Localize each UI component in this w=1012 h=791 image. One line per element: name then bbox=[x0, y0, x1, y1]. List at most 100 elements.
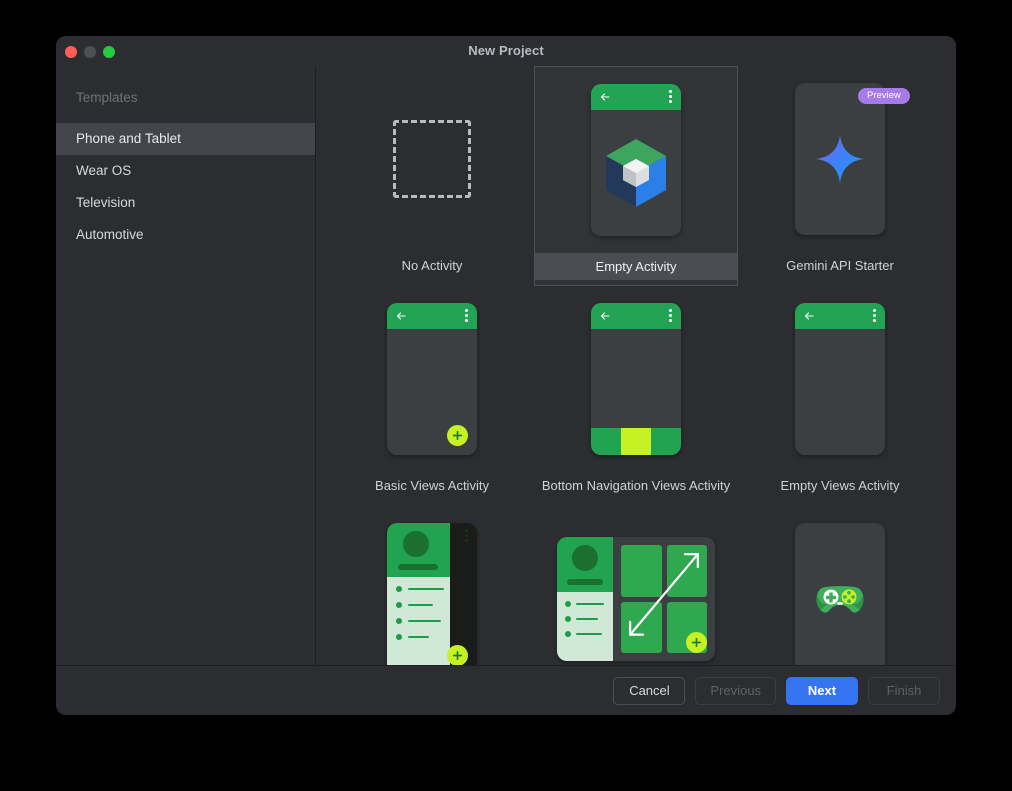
app-bar bbox=[387, 303, 477, 329]
gemini-sparkle-icon bbox=[816, 135, 864, 183]
previous-button[interactable]: Previous bbox=[695, 676, 776, 705]
template-card-basic-views-activity[interactable]: Basic Views Activity bbox=[330, 286, 534, 506]
preview-badge: Preview bbox=[858, 88, 910, 104]
app-bar bbox=[591, 84, 681, 110]
floating-action-button-icon bbox=[686, 632, 707, 653]
overflow-menu-icon bbox=[669, 309, 672, 324]
phone-mockup bbox=[387, 303, 477, 455]
template-thumbnail bbox=[534, 506, 738, 665]
back-arrow-icon bbox=[600, 312, 610, 320]
tablet-mockup bbox=[557, 537, 715, 661]
phone-mockup bbox=[387, 523, 477, 665]
grid-tile bbox=[621, 545, 662, 597]
template-card-navigation-drawer-views-activity[interactable] bbox=[330, 506, 534, 665]
window-title: New Project bbox=[468, 43, 544, 58]
template-label: Empty Views Activity bbox=[780, 478, 900, 493]
floating-action-button-icon bbox=[447, 645, 468, 665]
avatar bbox=[403, 531, 429, 557]
template-thumbnail bbox=[535, 67, 737, 253]
template-card-game-activity[interactable] bbox=[738, 506, 942, 665]
sidebar-item-automotive[interactable]: Automotive bbox=[56, 219, 315, 251]
navigation-drawer bbox=[387, 523, 450, 665]
template-label: Basic Views Activity bbox=[375, 478, 489, 493]
sidebar-item-television[interactable]: Television bbox=[56, 187, 315, 219]
phone-mockup bbox=[795, 303, 885, 455]
drawer-name-placeholder bbox=[567, 579, 603, 585]
cancel-button[interactable]: Cancel bbox=[613, 676, 686, 705]
list-item bbox=[396, 602, 450, 608]
phone-mockup bbox=[591, 303, 681, 455]
list-item bbox=[565, 631, 613, 637]
template-thumbnail bbox=[330, 286, 534, 472]
next-button[interactable]: Next bbox=[786, 676, 858, 705]
template-label: No Activity bbox=[401, 258, 463, 273]
template-card-bottom-navigation-views-activity[interactable]: Bottom Navigation Views Activity bbox=[534, 286, 738, 506]
sidebar-item-phone-and-tablet[interactable]: Phone and Tablet bbox=[56, 123, 315, 155]
dialog-body: Templates Phone and Tablet Wear OS Telev… bbox=[56, 66, 956, 665]
title-bar: New Project bbox=[56, 36, 956, 66]
gemini-card bbox=[795, 83, 885, 235]
list-item bbox=[565, 601, 613, 607]
overflow-menu-icon bbox=[465, 529, 468, 544]
template-label: Bottom Navigation Views Activity bbox=[541, 478, 731, 493]
grid-tile bbox=[666, 545, 707, 597]
drawer-name-placeholder bbox=[398, 564, 438, 570]
bottom-navigation-bar bbox=[591, 428, 681, 455]
template-thumbnail bbox=[738, 286, 942, 472]
game-card bbox=[795, 523, 885, 665]
template-thumbnail bbox=[534, 286, 738, 472]
navigation-drawer bbox=[557, 537, 613, 661]
drawer-menu-list bbox=[557, 592, 613, 661]
template-grid: No Activity Empty Activity Preview Gemin… bbox=[316, 66, 956, 665]
bottom-nav-item-active bbox=[621, 428, 651, 455]
template-thumbnail bbox=[330, 66, 534, 252]
plus-icon bbox=[452, 650, 463, 661]
sidebar-item-label: Phone and Tablet bbox=[76, 131, 181, 146]
template-card-gemini-api-starter[interactable]: Preview Gemini API Starter bbox=[738, 66, 942, 286]
plus-icon bbox=[691, 637, 702, 648]
overflow-menu-icon bbox=[873, 309, 876, 324]
back-arrow-icon bbox=[804, 312, 814, 320]
sidebar-item-wear-os[interactable]: Wear OS bbox=[56, 155, 315, 187]
new-project-dialog: New Project Templates Phone and Tablet W… bbox=[56, 36, 956, 715]
app-bar bbox=[591, 303, 681, 329]
back-arrow-icon bbox=[396, 312, 406, 320]
dashed-square-icon bbox=[393, 120, 471, 198]
app-bar bbox=[795, 303, 885, 329]
jetpack-compose-icon bbox=[606, 139, 666, 207]
phone-mockup bbox=[591, 84, 681, 236]
dialog-footer: Cancel Previous Next Finish bbox=[56, 665, 956, 715]
list-item bbox=[396, 634, 450, 640]
template-card-no-activity[interactable]: No Activity bbox=[330, 66, 534, 286]
template-card-empty-activity[interactable]: Empty Activity bbox=[534, 66, 738, 286]
templates-sidebar: Templates Phone and Tablet Wear OS Telev… bbox=[56, 66, 316, 665]
floating-action-button-icon bbox=[447, 425, 468, 446]
grid-tile bbox=[621, 601, 662, 653]
template-label: Gemini API Starter bbox=[786, 258, 894, 273]
template-thumbnail bbox=[738, 506, 942, 665]
list-item bbox=[396, 586, 450, 592]
drawer-menu-list bbox=[387, 577, 450, 665]
drawer-header bbox=[387, 523, 450, 577]
avatar bbox=[572, 545, 598, 571]
template-thumbnail bbox=[330, 506, 534, 665]
back-arrow-icon bbox=[600, 93, 610, 101]
list-item bbox=[396, 618, 450, 624]
drawer-header bbox=[557, 537, 613, 592]
template-card-responsive-views-activity[interactable] bbox=[534, 506, 738, 665]
game-controller-icon bbox=[816, 586, 864, 613]
sidebar-item-label: Automotive bbox=[76, 227, 144, 242]
sidebar-header: Templates bbox=[76, 90, 138, 105]
finish-button[interactable]: Finish bbox=[868, 676, 940, 705]
bottom-nav-item bbox=[591, 428, 621, 455]
template-label: Empty Activity bbox=[535, 253, 737, 280]
overflow-menu-icon bbox=[669, 90, 672, 105]
list-item bbox=[565, 616, 613, 622]
overflow-menu-icon bbox=[465, 309, 468, 324]
plus-icon bbox=[452, 430, 463, 441]
template-gallery[interactable]: No Activity Empty Activity Preview Gemin… bbox=[316, 66, 956, 665]
template-card-empty-views-activity[interactable]: Empty Views Activity bbox=[738, 286, 942, 506]
template-thumbnail: Preview bbox=[738, 66, 942, 252]
bottom-nav-item bbox=[651, 428, 681, 455]
sidebar-item-label: Television bbox=[76, 195, 136, 210]
